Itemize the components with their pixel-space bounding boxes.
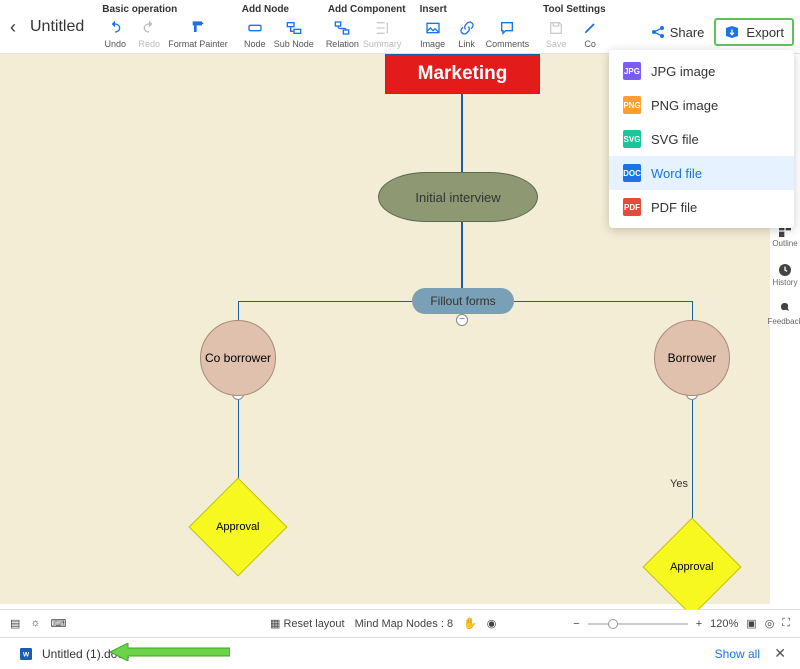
export-pdf[interactable]: PDFPDF file	[609, 190, 794, 224]
redo-button[interactable]: Redo	[134, 19, 164, 49]
link-icon	[458, 19, 476, 37]
collapse-toggle[interactable]: −	[456, 314, 468, 326]
view-icon[interactable]: ◉	[487, 617, 497, 630]
edge	[514, 301, 692, 302]
zoom-value: 120%	[710, 618, 738, 630]
png-file-icon: PNG	[623, 96, 641, 114]
image-icon	[424, 19, 442, 37]
node-count-label: Mind Map Nodes : 8	[355, 618, 453, 630]
summary-button[interactable]: Summary	[363, 19, 402, 49]
fit-icon[interactable]: ▣	[746, 617, 756, 630]
group-label-addcomp: Add Component	[326, 2, 406, 19]
share-icon	[650, 24, 666, 40]
save-icon	[547, 19, 565, 37]
node-approval-1[interactable]: Approval	[189, 478, 288, 577]
export-button[interactable]: Export	[714, 18, 794, 46]
keyboard-icon[interactable]: ⌨	[51, 617, 67, 630]
link-button[interactable]: Link	[452, 19, 482, 49]
share-button[interactable]: Share	[650, 24, 705, 40]
show-all-button[interactable]: Show all	[715, 647, 760, 661]
top-toolbar: ‹ Untitled Basic operation Undo Redo For…	[0, 0, 800, 54]
word-doc-icon: W	[18, 646, 34, 662]
edge	[461, 222, 463, 288]
undo-button[interactable]: Undo	[100, 19, 130, 49]
group-label-basic: Basic operation	[100, 2, 228, 19]
annotation-arrow	[110, 643, 230, 661]
jpg-file-icon: JPG	[623, 62, 641, 80]
export-svg[interactable]: SVGSVG file	[609, 122, 794, 156]
edge	[692, 301, 693, 321]
node-co-borrower[interactable]: Co borrower	[200, 320, 276, 396]
export-dropdown: JPGJPG image PNGPNG image SVGSVG file DO…	[609, 50, 794, 228]
comments-icon	[498, 19, 516, 37]
edge	[238, 301, 239, 321]
pdf-file-icon: PDF	[623, 198, 641, 216]
subnode-button[interactable]: Sub Node	[274, 19, 314, 49]
zoom-slider[interactable]	[588, 623, 688, 625]
zoom-thumb[interactable]	[608, 619, 618, 629]
export-png[interactable]: PNGPNG image	[609, 88, 794, 122]
summary-icon	[373, 19, 391, 37]
format-painter-button[interactable]: Format Painter	[168, 19, 228, 49]
target-icon[interactable]: ◎	[765, 617, 775, 630]
group-label-addnode: Add Node	[240, 2, 314, 19]
export-jpg[interactable]: JPGJPG image	[609, 54, 794, 88]
image-button[interactable]: Image	[418, 19, 448, 49]
undo-icon	[106, 19, 124, 37]
edge	[461, 94, 463, 172]
node-initial-interview[interactable]: Initial interview	[378, 172, 538, 222]
node-borrower[interactable]: Borrower	[654, 320, 730, 396]
relation-button[interactable]: Relation	[326, 19, 359, 49]
group-label-insert: Insert	[418, 2, 530, 19]
rail-feedback[interactable]: Feedback	[767, 301, 800, 326]
zoom-out-button[interactable]: −	[573, 618, 579, 630]
svg-file-icon: SVG	[623, 130, 641, 148]
relation-icon	[333, 19, 351, 37]
document-title: Untitled	[30, 18, 84, 36]
collaborate-button[interactable]: Co	[575, 19, 605, 49]
format-painter-icon	[189, 19, 207, 37]
node-marketing[interactable]: Marketing	[385, 54, 540, 94]
brightness-icon[interactable]: ☼	[30, 617, 40, 630]
subnode-icon	[285, 19, 303, 37]
svg-text:W: W	[23, 651, 30, 658]
comments-button[interactable]: Comments	[486, 19, 530, 49]
feedback-icon	[777, 301, 793, 317]
edge	[238, 301, 413, 302]
hand-tool-icon[interactable]: ✋	[463, 617, 477, 630]
screen-icon[interactable]: ▤	[10, 617, 20, 630]
export-word[interactable]: DOCWord file	[609, 156, 794, 190]
redo-icon	[140, 19, 158, 37]
edge-label-yes: Yes	[670, 478, 688, 490]
status-bar: ▤ ☼ ⌨ ▦ Reset layout Mind Map Nodes : 8 …	[0, 609, 800, 637]
node-fillout-forms[interactable]: Fillout forms	[412, 288, 514, 314]
save-button[interactable]: Save	[541, 19, 571, 49]
rail-history[interactable]: History	[773, 262, 798, 287]
group-label-tool: Tool Settings	[541, 2, 606, 19]
fullscreen-icon[interactable]: ⛶	[782, 617, 790, 630]
zoom-in-button[interactable]: +	[696, 618, 702, 630]
back-icon[interactable]: ‹	[10, 17, 16, 38]
node-button[interactable]: Node	[240, 19, 270, 49]
doc-file-icon: DOC	[623, 164, 641, 182]
node-icon	[246, 19, 264, 37]
export-icon	[724, 24, 740, 40]
pencil-icon	[581, 19, 599, 37]
close-download-bar[interactable]: ✕	[774, 645, 786, 662]
history-icon	[777, 262, 793, 278]
node-approval-2[interactable]: Approval	[643, 518, 742, 617]
reset-layout-button[interactable]: ▦ Reset layout	[270, 617, 345, 630]
